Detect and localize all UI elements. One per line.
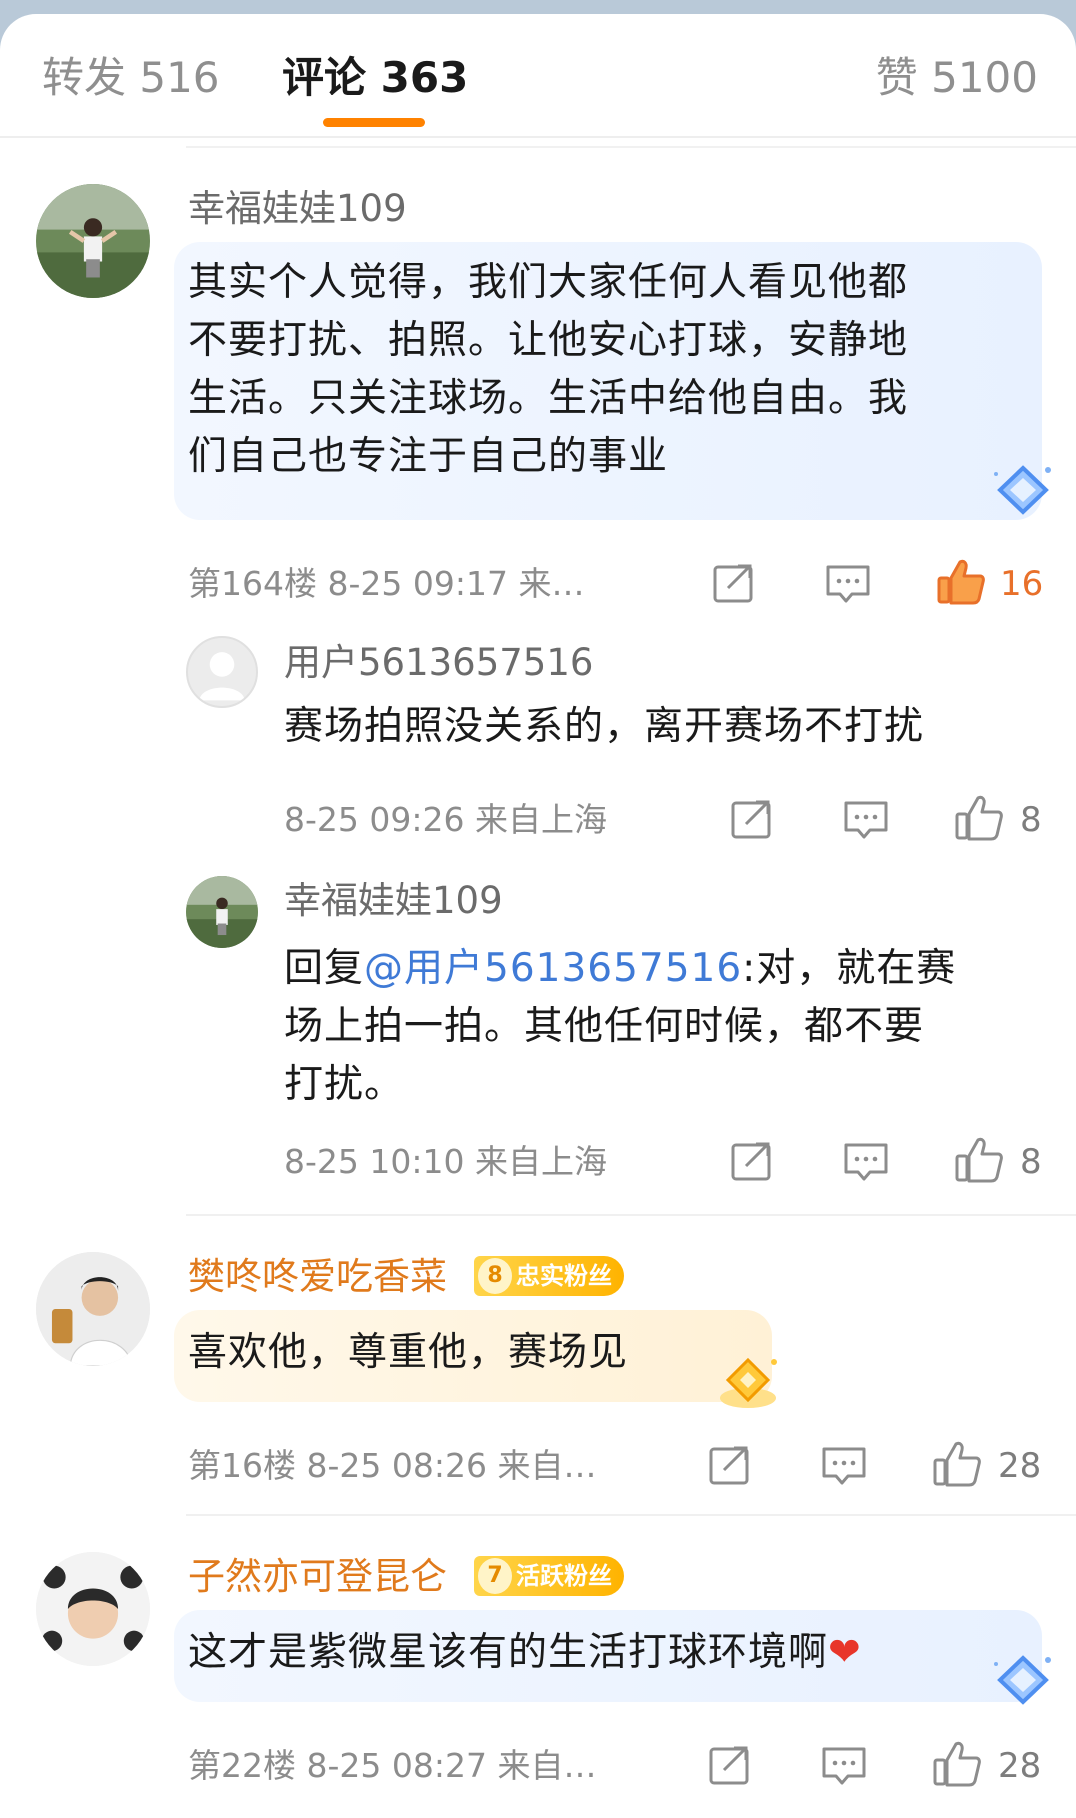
diamond-decoration-icon (990, 1650, 1056, 1710)
comment-line: 其实个人觉得，我们大家任何人看见他都 (188, 260, 909, 305)
reply-line: 场上拍一拍。其他任何时候，都不要 (284, 1004, 925, 1049)
avatar[interactable] (36, 184, 150, 298)
like-count: 28 (998, 1446, 1042, 1486)
reply-line: 打扰。 (284, 1062, 405, 1107)
share-icon[interactable] (706, 1444, 754, 1488)
share-icon[interactable] (706, 1744, 754, 1788)
crown-decoration-icon (714, 1350, 782, 1412)
fan-badge[interactable]: 8 忠实粉丝 (474, 1256, 624, 1296)
tab-comments[interactable]: 评论 363 (282, 48, 468, 108)
divider (186, 146, 1076, 148)
avatar[interactable] (186, 636, 258, 708)
fan-level: 8 (478, 1258, 512, 1294)
reply-meta: 8-25 10:10 来自上海 (284, 1142, 607, 1181)
divider (186, 1514, 1076, 1516)
avatar[interactable] (36, 1552, 150, 1666)
reply-meta: 8-25 09:26 来自上海 (284, 800, 607, 839)
diamond-decoration-icon (990, 460, 1056, 520)
mention-link[interactable]: @用户5613657516 (364, 946, 742, 991)
reply-text: 赛场拍照没关系的，离开赛场不打扰 (284, 698, 924, 756)
divider (186, 1214, 1076, 1216)
active-tab-indicator (323, 118, 425, 127)
tab-bar: 转发 516 评论 363 赞 5100 (0, 14, 1076, 136)
tab-repost[interactable]: 转发 516 (42, 48, 220, 108)
comment-icon[interactable] (824, 562, 872, 606)
reply-line: 回复@用户5613657516:对，就在赛 (284, 940, 956, 998)
share-icon[interactable] (728, 1140, 776, 1184)
fan-badge-label: 活跃粉丝 (516, 1562, 612, 1590)
reply-prefix: 回复 (284, 946, 365, 991)
comment-text: 其实个人觉得，我们大家任何人看见他都 不要打扰、拍照。让他安心打球，安静地 生活… (188, 254, 908, 486)
comment-icon[interactable] (842, 1140, 890, 1184)
thumbs-up-icon[interactable] (936, 558, 986, 606)
comment-text: 喜欢他，尊重他，赛场见 (188, 1324, 628, 1382)
comment-line: 不要打扰、拍照。让他安心打球，安静地 (188, 318, 909, 363)
like-count: 8 (1020, 1142, 1042, 1182)
comment-icon[interactable] (820, 1744, 868, 1788)
tab-likes[interactable]: 赞 5100 (876, 48, 1038, 108)
reply-username[interactable]: 用户5613657516 (284, 638, 593, 688)
comments-panel: 转发 516 评论 363 赞 5100 幸福娃娃109 其实个人觉得，我们大家… (0, 14, 1076, 1818)
reply-text-first: :对，就在赛 (742, 946, 957, 991)
comment-meta: 第164楼 8-25 09:17 来… (188, 564, 585, 603)
fan-badge-label: 忠实粉丝 (516, 1262, 612, 1290)
avatar[interactable] (36, 1252, 150, 1366)
like-count: 8 (1020, 800, 1042, 840)
comment-line-text: 这才是紫微星该有的生活打球环境啊 (188, 1630, 829, 1675)
thumbs-up-icon[interactable] (954, 794, 1004, 842)
reply-line: 赛场拍照没关系的，离开赛场不打扰 (284, 704, 925, 749)
comment-meta: 第16楼 8-25 08:26 来自… (188, 1446, 597, 1485)
comment-username[interactable]: 樊咚咚爱吃香菜 (188, 1252, 447, 1302)
divider (0, 136, 1076, 138)
fan-level: 7 (478, 1558, 512, 1594)
thumbs-up-icon[interactable] (954, 1136, 1004, 1184)
thumbs-up-icon[interactable] (932, 1440, 982, 1488)
thumbs-up-icon[interactable] (932, 1740, 982, 1788)
comment-username[interactable]: 子然亦可登昆仑 (188, 1552, 447, 1602)
avatar[interactable] (186, 876, 258, 948)
comment-line: 喜欢他，尊重他，赛场见 (188, 1330, 629, 1375)
reply-text: 回复@用户5613657516:对，就在赛 场上拍一拍。其他任何时候，都不要 打… (284, 940, 956, 1114)
like-count: 16 (1000, 564, 1044, 604)
heart-icon: ❤ (828, 1630, 862, 1675)
comment-username[interactable]: 幸福娃娃109 (188, 184, 407, 234)
comment-icon[interactable] (842, 798, 890, 842)
comment-line: 生活。只关注球场。生活中给他自由。我 (188, 376, 909, 421)
fan-badge[interactable]: 7 活跃粉丝 (474, 1556, 624, 1596)
comment-line: 们自己也专注于自己的事业 (188, 434, 669, 479)
share-icon[interactable] (710, 562, 758, 606)
reply-username[interactable]: 幸福娃娃109 (284, 876, 503, 926)
like-count: 28 (998, 1746, 1042, 1786)
comment-meta: 第22楼 8-25 08:27 来自… (188, 1746, 597, 1785)
share-icon[interactable] (728, 798, 776, 842)
comment-text: 这才是紫微星该有的生活打球环境啊❤ (188, 1624, 862, 1682)
comment-line: 这才是紫微星该有的生活打球环境啊❤ (188, 1624, 862, 1682)
comment-icon[interactable] (820, 1444, 868, 1488)
